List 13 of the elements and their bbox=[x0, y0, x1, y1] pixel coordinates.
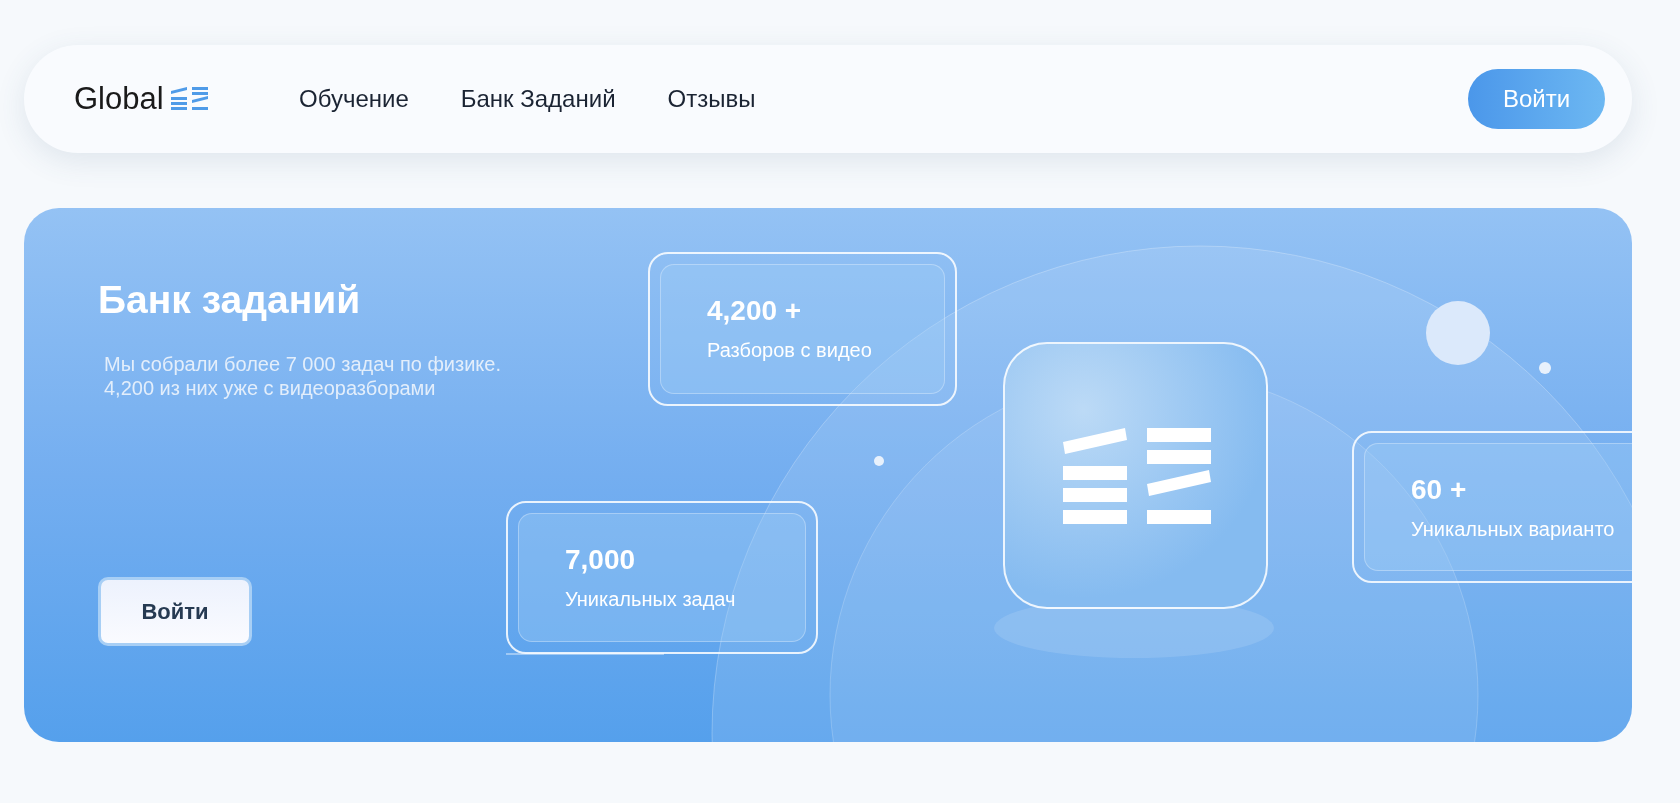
logo-text: Global bbox=[74, 81, 164, 117]
nav-link[interactable]: Отзывы bbox=[667, 85, 756, 113]
stat-value: 4,200 + bbox=[707, 295, 803, 327]
stat-label: Разборов с видео bbox=[707, 339, 873, 362]
nav-link[interactable]: Банк Заданий bbox=[460, 85, 616, 113]
stat-value: 7,000 bbox=[565, 544, 637, 576]
login-button[interactable]: Войти bbox=[98, 577, 252, 646]
hero-description: Мы собрали более 7 000 задач по физике. 4,200 из них уже с видеоразборами bbox=[104, 352, 501, 400]
stat-value: 60 + bbox=[1411, 474, 1468, 506]
stat-label: Уникальных варианто bbox=[1411, 518, 1616, 541]
nav-link[interactable]: Обучение bbox=[299, 85, 409, 113]
stat-label: Уникальных задач bbox=[565, 588, 737, 611]
hero-title: Банк заданий bbox=[98, 278, 362, 322]
